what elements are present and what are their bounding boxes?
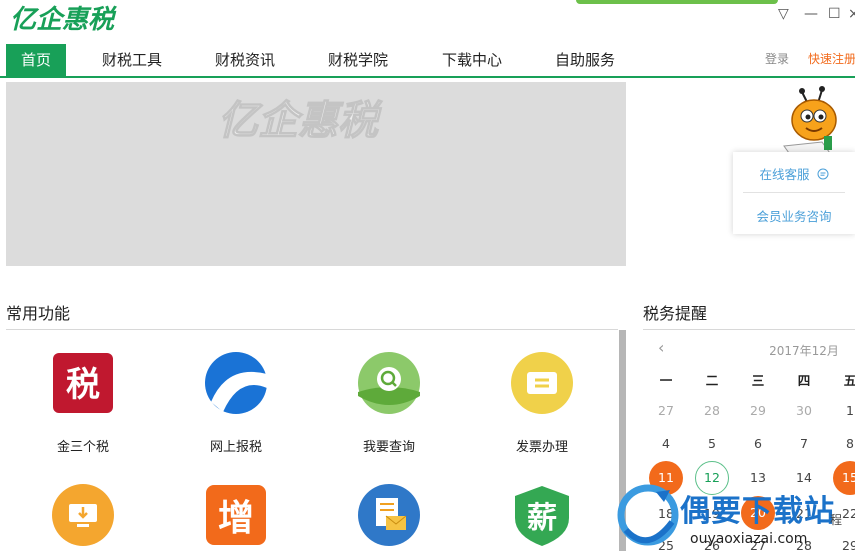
nav-tab-tax-academy[interactable]: 财税学院 (318, 44, 398, 76)
tax-icon: 税 (53, 353, 113, 413)
service-panel: 在线客服 会员业务咨询 (733, 152, 855, 234)
app-window: 亿企惠税 ▽ — ☐ × 首页 财税工具 财税资讯 财税学院 下载中心 自助服务… (0, 0, 855, 551)
func-query[interactable]: 我要查询 (334, 352, 444, 455)
salary-icon: 薪 (515, 486, 569, 546)
func-vat[interactable]: 增 (181, 484, 291, 550)
mascot-icon[interactable] (780, 86, 842, 162)
nav-tab-home[interactable]: 首页 (6, 44, 66, 76)
member-consult-button[interactable]: 会员业务咨询 (733, 206, 855, 225)
func-download[interactable] (28, 484, 138, 550)
svg-text:税: 税 (66, 365, 100, 405)
nav-tab-tax-news[interactable]: 财税资讯 (205, 44, 285, 76)
mail-document-icon (358, 484, 420, 546)
weekday-label: 二 (705, 373, 719, 388)
calendar-day[interactable]: 29 (832, 534, 855, 551)
banner-logo: 亿企惠税 (217, 97, 383, 144)
weekday-label: 一 (659, 373, 673, 388)
register-link[interactable]: 快速注册 (808, 50, 855, 67)
chat-bubble-icon (817, 168, 828, 180)
top-accent-bar (576, 0, 778, 4)
calendar-day[interactable]: 6 (740, 432, 776, 456)
func-salary[interactable]: 薪 (487, 484, 597, 550)
minimize-icon[interactable]: — (804, 6, 818, 22)
func-label: 网上报税 (209, 440, 262, 455)
weekday-label: 五 (843, 373, 855, 388)
common-functions-title: 常用功能 (6, 304, 71, 323)
weekday-label: 三 (751, 373, 765, 388)
calendar-day[interactable]: 4 (648, 432, 684, 456)
calendar-day[interactable]: 1 (832, 399, 855, 423)
watermark-title: 偶要下载站 (680, 494, 835, 529)
download-monitor-icon (52, 484, 114, 546)
svg-text:亿企惠税: 亿企惠税 (10, 5, 117, 34)
section-divider (6, 329, 618, 330)
nav-tab-downloads[interactable]: 下载中心 (432, 44, 512, 76)
invoice-icon (511, 352, 573, 414)
func-label: 发票办理 (515, 440, 568, 455)
watermark-url: ouyaoxiazai.com (690, 531, 808, 547)
close-icon[interactable]: × (848, 6, 855, 22)
svg-text:薪: 薪 (527, 501, 557, 536)
calendar-cut-label: 程 (830, 513, 843, 527)
main-nav: 首页 财税工具 财税资讯 财税学院 下载中心 自助服务 登录 快速注册 (0, 44, 855, 78)
calendar-day[interactable]: 28 (694, 399, 730, 423)
func-label: 金三个税 (56, 440, 109, 455)
func-mail-document[interactable] (334, 484, 444, 550)
menu-dropdown-icon[interactable]: ▽ (778, 6, 789, 22)
online-service-button[interactable]: 在线客服 (733, 164, 855, 183)
calendar-day[interactable]: 7 (786, 432, 822, 456)
calendar-day[interactable]: 8 (832, 432, 855, 456)
watermark-logo-icon (617, 484, 679, 546)
vat-icon: 增 (206, 485, 266, 545)
func-jinsan-tax[interactable]: 税 金三个税 (28, 352, 138, 455)
weekday-label: 四 (797, 373, 811, 388)
query-icon (358, 352, 420, 414)
panel-divider (743, 192, 845, 193)
nav-tab-tax-tools[interactable]: 财税工具 (92, 44, 172, 76)
online-filing-icon (205, 352, 267, 414)
func-invoice[interactable]: 发票办理 (487, 352, 597, 455)
svg-text:亿企惠税: 亿企惠税 (218, 98, 383, 144)
calendar-day[interactable]: 30 (786, 399, 822, 423)
tax-reminder-title: 税务提醒 (643, 304, 708, 323)
calendar-month: 2017年12月 (769, 344, 839, 358)
online-service-label: 在线客服 (759, 167, 810, 182)
func-online-filing[interactable]: 网上报税 (181, 352, 291, 455)
calendar-day-deadline[interactable]: 15 (833, 461, 855, 495)
calendar-day[interactable]: 5 (694, 432, 730, 456)
login-link[interactable]: 登录 (765, 50, 789, 67)
section-divider (643, 329, 855, 330)
func-label: 我要查询 (362, 440, 415, 455)
svg-text:增: 增 (218, 497, 254, 539)
maximize-icon[interactable]: ☐ (828, 6, 841, 22)
calendar-day[interactable]: 29 (740, 399, 776, 423)
nav-tab-self-service[interactable]: 自助服务 (545, 44, 625, 76)
calendar-day[interactable]: 27 (648, 399, 684, 423)
app-logo: 亿企惠税 (10, 5, 117, 34)
prev-month-icon[interactable]: ‹ (658, 338, 664, 357)
